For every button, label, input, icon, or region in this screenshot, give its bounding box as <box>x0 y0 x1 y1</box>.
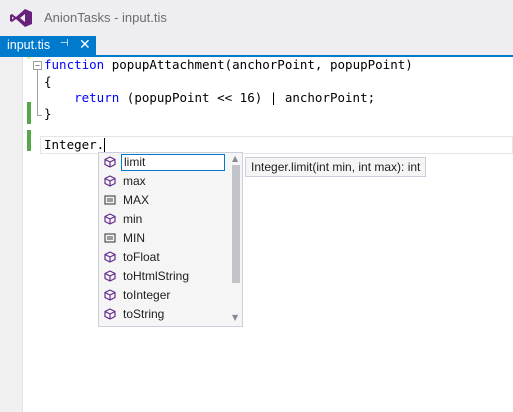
code-line-current: Integer. <box>44 137 105 152</box>
window-title: AnionTasks - input.tis <box>44 10 167 25</box>
completion-item-label: toFloat <box>123 250 160 264</box>
method-icon <box>104 156 116 168</box>
code-line: function popupAttachment(anchorPoint, po… <box>44 57 413 72</box>
change-marker-saved <box>27 130 31 151</box>
method-icon <box>104 213 116 225</box>
code-line: { <box>44 74 52 89</box>
change-marker-saved <box>27 102 31 124</box>
change-marker-unsaved <box>27 57 31 59</box>
completion-scrollbar[interactable]: ▲ ▼ <box>230 153 242 326</box>
completion-item-limit[interactable]: limit <box>99 153 229 172</box>
completion-item-label: max <box>123 174 146 188</box>
completion-item-toHtmlString[interactable]: toHtmlString <box>99 267 229 286</box>
tab-input-tis[interactable]: input.tis ⊣ ✕ <box>0 36 96 55</box>
collapse-toggle-icon[interactable]: − <box>33 61 42 70</box>
code-line: return (popupPoint << 16) | anchorPoint; <box>74 90 376 105</box>
completion-item-MIN[interactable]: MIN <box>99 229 229 248</box>
completion-item-label: toHtmlString <box>123 269 190 283</box>
completion-item-toInteger[interactable]: toInteger <box>99 286 229 305</box>
completion-item-min[interactable]: min <box>99 210 229 229</box>
editor-gutter <box>0 57 22 412</box>
method-icon <box>104 289 116 301</box>
code-line: } <box>44 106 52 121</box>
completion-item-toFloat[interactable]: toFloat <box>99 248 229 267</box>
signature-tooltip: Integer.limit(int min, int max): int <box>245 157 427 177</box>
tab-strip: input.tis ⊣ ✕ <box>0 36 513 57</box>
completion-item-max[interactable]: max <box>99 172 229 191</box>
method-icon <box>104 251 116 263</box>
method-icon <box>104 175 116 187</box>
pin-icon[interactable]: ⊣ <box>60 38 69 49</box>
completion-item-label: limit <box>121 154 225 171</box>
outline-guide-end <box>37 115 42 116</box>
completion-item-label: MAX <box>123 193 150 207</box>
outline-guide <box>37 70 38 115</box>
margin-divider <box>22 57 23 412</box>
completion-item-label: MIN <box>123 231 145 245</box>
scroll-thumb[interactable] <box>232 165 240 283</box>
constant-icon <box>104 233 116 243</box>
tab-label: input.tis <box>7 38 51 52</box>
method-icon <box>104 270 116 282</box>
scroll-down-icon[interactable]: ▼ <box>232 313 238 322</box>
completion-item-toString[interactable]: toString <box>99 305 229 324</box>
completion-item-label: min <box>123 212 143 226</box>
close-icon[interactable]: ✕ <box>79 36 91 53</box>
text-caret <box>104 138 105 153</box>
completion-item-MAX[interactable]: MAX <box>99 191 229 210</box>
completion-list: limit max MAX min MIN toFloat toHtmlStri… <box>99 153 229 326</box>
title-bar: AnionTasks - input.tis <box>0 0 513 36</box>
completion-item-label: toString <box>123 307 165 321</box>
visual-studio-logo-icon <box>10 9 32 27</box>
constant-icon <box>104 195 116 205</box>
scroll-up-icon[interactable]: ▲ <box>232 154 238 163</box>
completion-popup: limit max MAX min MIN toFloat toHtmlStri… <box>98 152 243 327</box>
completion-item-label: toInteger <box>123 288 171 302</box>
method-icon <box>104 308 116 320</box>
code-editor[interactable]: − function popupAttachment(anchorPoint, … <box>0 57 513 412</box>
